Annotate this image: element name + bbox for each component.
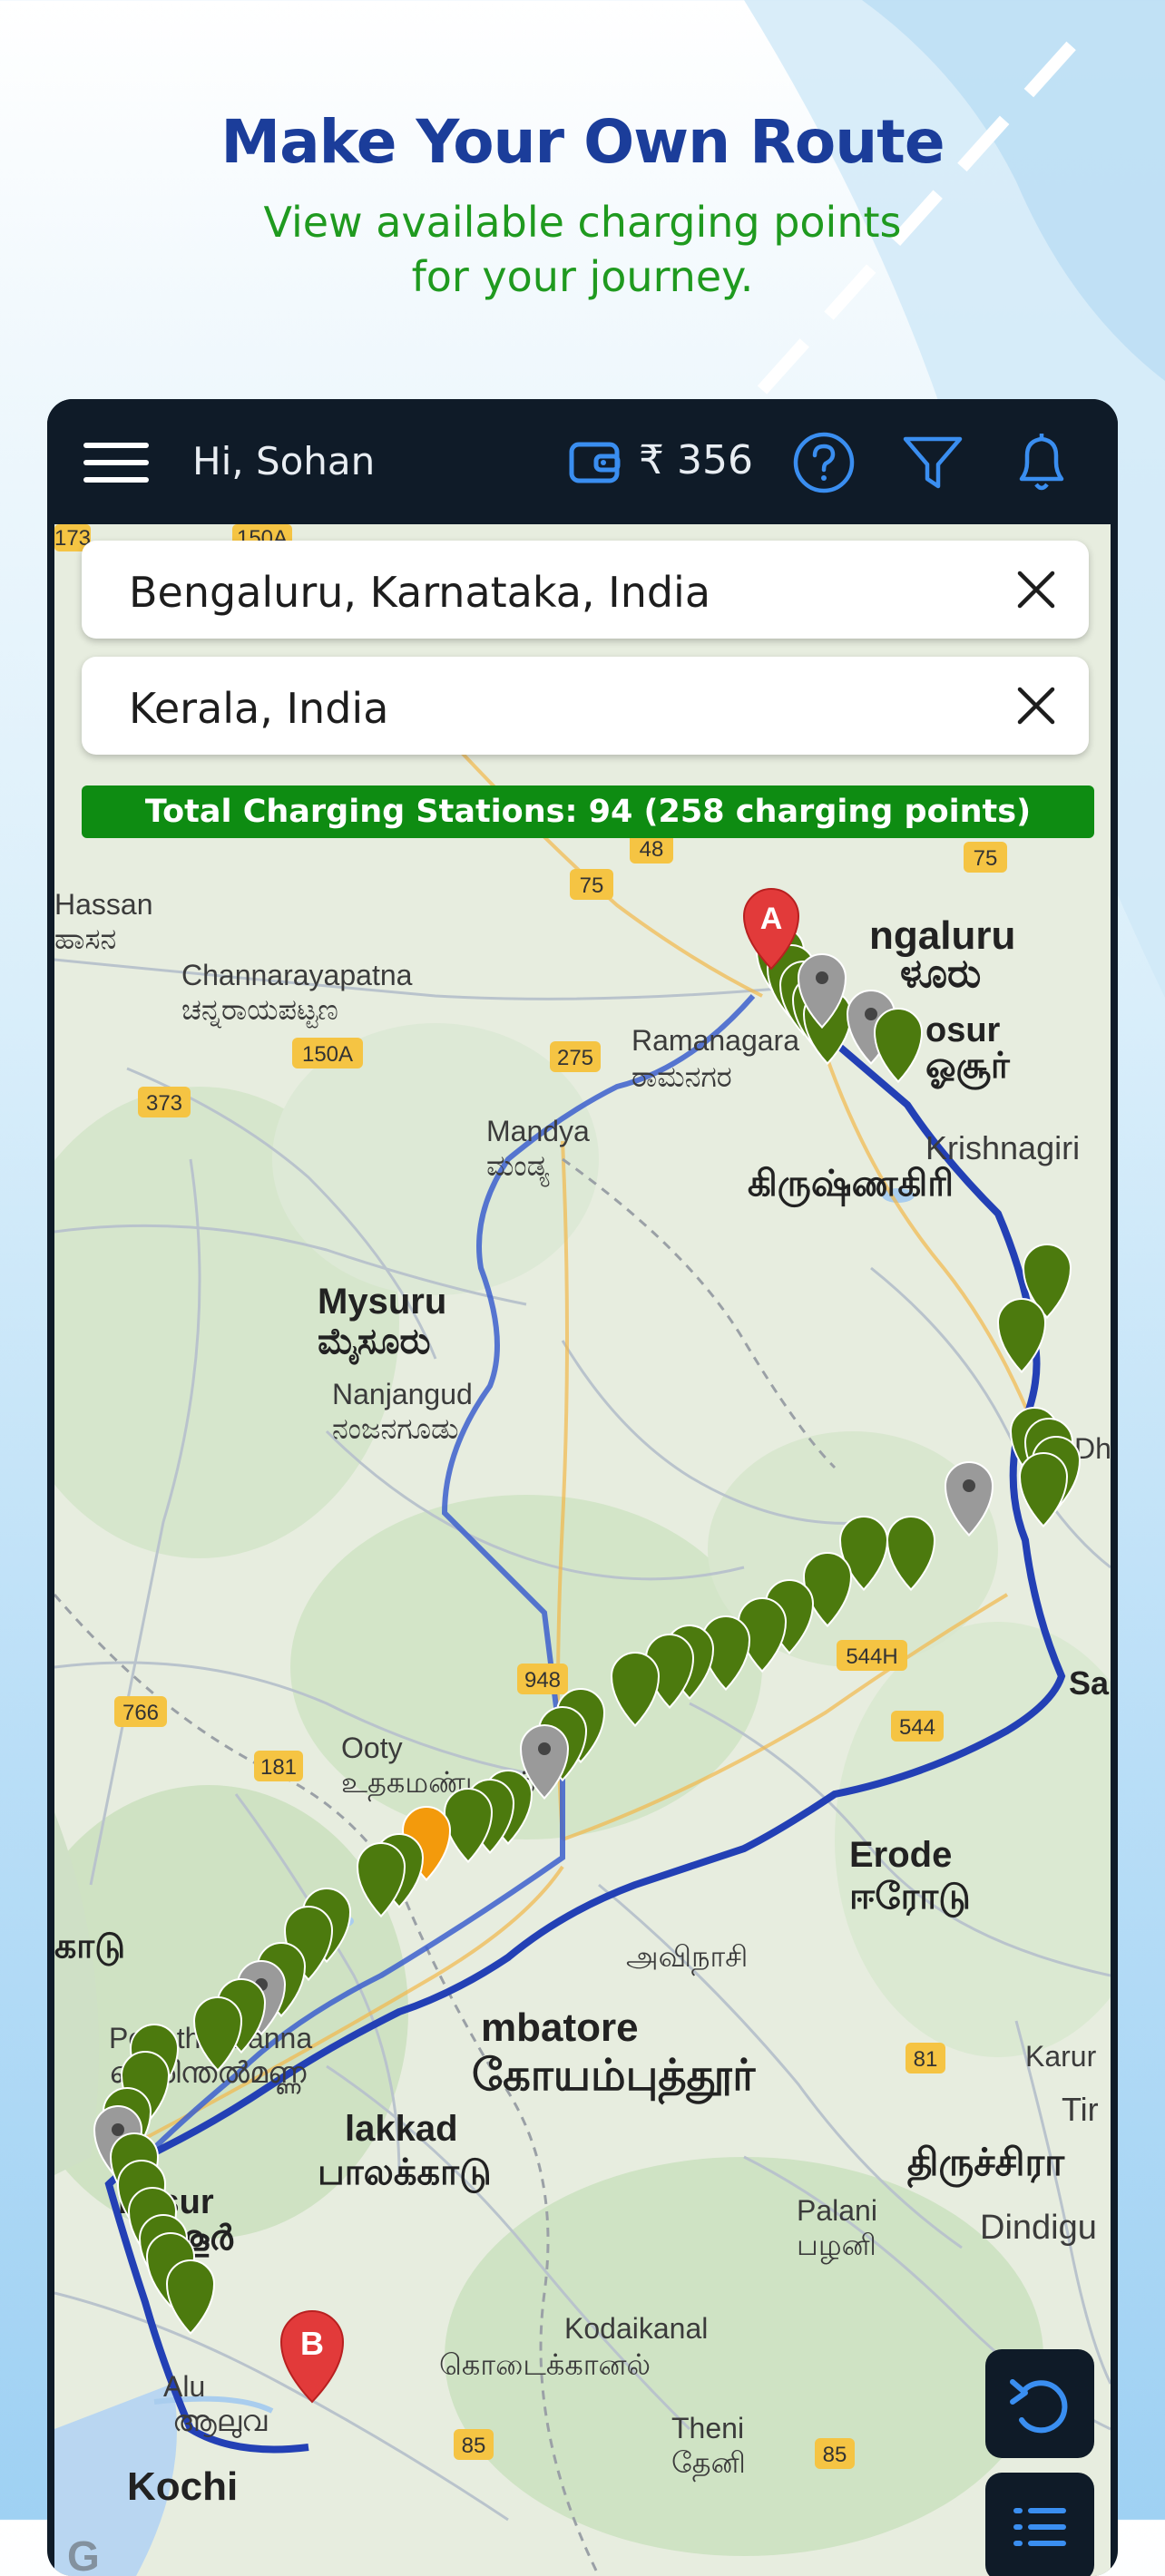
svg-text:150A: 150A xyxy=(302,1042,353,1067)
map-label: கிருஷ்ணகிரி xyxy=(748,1164,954,1207)
map-label: Mysuru xyxy=(318,1282,446,1322)
map-label: பழனி xyxy=(797,2229,876,2265)
map-label: Ramanagara xyxy=(631,1024,799,1057)
map-label: Theni xyxy=(671,2412,744,2444)
destination-field[interactable]: Kerala, India xyxy=(82,657,1089,755)
list-icon xyxy=(1013,2508,1066,2546)
road-shield: 75 xyxy=(570,869,613,900)
map-label: கோயம்புத்தூர் xyxy=(472,2052,756,2105)
svg-text:75: 75 xyxy=(580,873,604,898)
origin-field[interactable]: Bengaluru, Karnataka, India xyxy=(82,541,1089,639)
road-shield: 544H xyxy=(837,1640,907,1671)
road-shield: 85 xyxy=(815,2438,855,2469)
destination-value[interactable]: Kerala, India xyxy=(129,684,388,733)
promo-subline: View available charging points for your … xyxy=(263,198,902,301)
map-label: Karur xyxy=(1025,2040,1097,2073)
svg-text:48: 48 xyxy=(640,837,664,862)
road-shield: 181 xyxy=(254,1751,303,1781)
svg-text:373: 373 xyxy=(146,1091,182,1116)
map-label: ആലുവ xyxy=(172,2405,268,2439)
map-label: Kodaikanal xyxy=(564,2312,708,2345)
svg-text:81: 81 xyxy=(914,2047,938,2072)
route-map[interactable]: Hassan ಹಾಸನ Channarayapatna ಚನ್ನರಾಯಪಟ್ಟಣ… xyxy=(54,524,1111,2576)
refresh-icon xyxy=(1010,2379,1068,2434)
marker-dot xyxy=(112,2123,124,2136)
svg-text:181: 181 xyxy=(260,1755,297,1780)
map-label: Krishnagiri xyxy=(925,1129,1080,1166)
bell-icon[interactable] xyxy=(1009,430,1074,495)
map-label: ஓசூர் xyxy=(925,1046,1011,1090)
map-label: Kochi xyxy=(127,2464,238,2509)
promo-headline: Make Your Own Route xyxy=(220,107,945,177)
wallet-icon[interactable] xyxy=(569,439,622,484)
map-label: அவிநாசி xyxy=(626,1940,748,1976)
map-label: ಳೂರು xyxy=(900,951,981,996)
map-label: Channarayapatna xyxy=(181,959,413,991)
map-label: Nanjangud xyxy=(332,1378,473,1410)
list-view-button[interactable] xyxy=(985,2473,1094,2576)
map-label: ರಾಮನಗರ xyxy=(631,1060,732,1093)
svg-text:85: 85 xyxy=(823,2443,847,2467)
map-label: திருச்சிரா xyxy=(907,2141,1065,2189)
map-label: ஈரோடு xyxy=(849,1877,971,1917)
road-shield: 948 xyxy=(517,1664,568,1694)
map-attribution: G xyxy=(67,2532,100,2576)
svg-text:544H: 544H xyxy=(846,1644,897,1669)
svg-text:A: A xyxy=(760,902,783,936)
road-shield: 766 xyxy=(114,1696,167,1727)
marker-dot xyxy=(816,971,828,984)
road-shield: 85 xyxy=(454,2429,494,2460)
svg-text:85: 85 xyxy=(462,2434,486,2458)
road-shield: 150A xyxy=(292,1038,363,1068)
map-label: காடு xyxy=(54,1927,125,1966)
map-label: Mandya xyxy=(486,1115,590,1147)
marker-dot xyxy=(538,1742,551,1755)
svg-text:75: 75 xyxy=(974,846,998,871)
marker-dot xyxy=(865,1008,877,1020)
map-label: Erode xyxy=(849,1835,952,1875)
clear-origin-icon[interactable] xyxy=(1016,570,1056,610)
road-shield: 275 xyxy=(550,1041,601,1072)
refresh-button[interactable] xyxy=(985,2349,1094,2458)
greeting: Hi, Sohan xyxy=(192,439,376,483)
svg-text:544: 544 xyxy=(899,1715,935,1740)
help-icon[interactable] xyxy=(791,430,857,495)
wallet-balance[interactable]: ₹ 356 xyxy=(639,437,753,483)
map-label: mbatore xyxy=(481,2005,639,2050)
map-label: Tir xyxy=(1062,2091,1099,2128)
filter-icon[interactable] xyxy=(900,430,965,495)
map-label: Hassan xyxy=(54,888,153,921)
svg-text:766: 766 xyxy=(122,1701,159,1725)
road-shield: 75 xyxy=(964,842,1007,873)
map-label: Palani xyxy=(797,2194,877,2227)
svg-text:948: 948 xyxy=(524,1668,561,1693)
map-label: ಮಂಡ್ಯ xyxy=(486,1149,550,1187)
map-label: ನಂಜನಗೂಡು xyxy=(332,1412,459,1445)
origin-value[interactable]: Bengaluru, Karnataka, India xyxy=(129,568,710,617)
svg-text:275: 275 xyxy=(557,1046,593,1070)
map-label: தேனி xyxy=(671,2446,746,2482)
phone-frame: Hi, Sohan ₹ 356 Hassan ಹಾಸನ Channarayapa… xyxy=(47,399,1118,2576)
map-label: ಮೈಸೂರು xyxy=(318,1322,430,1365)
map-label: Sa xyxy=(1069,1664,1110,1702)
map-label: ಹಾಸನ xyxy=(54,922,116,955)
menu-icon[interactable] xyxy=(83,443,149,483)
map-label: கொடைக்கானல் xyxy=(439,2348,651,2381)
road-shield: 544 xyxy=(891,1711,944,1742)
clear-destination-icon[interactable] xyxy=(1016,686,1056,726)
road-shield: 373 xyxy=(138,1087,191,1117)
map-label: பாலக்காடு xyxy=(318,2152,492,2193)
marker-dot xyxy=(963,1479,975,1492)
map-label: Ooty xyxy=(341,1732,403,1764)
map-label: Alu xyxy=(163,2370,205,2403)
road-shield: 81 xyxy=(906,2043,945,2073)
stations-summary: Total Charging Stations: 94 (258 chargin… xyxy=(82,785,1094,838)
map-label: osur xyxy=(925,1011,1001,1049)
app-bar: Hi, Sohan ₹ 356 xyxy=(47,399,1118,524)
map-label: Dindigu xyxy=(980,2209,1097,2247)
svg-text:B: B xyxy=(300,2325,324,2362)
map-label: lakkad xyxy=(345,2109,458,2149)
map-label: ಚನ್ನರಾಯಪಟ್ಟಣ xyxy=(181,993,338,1029)
